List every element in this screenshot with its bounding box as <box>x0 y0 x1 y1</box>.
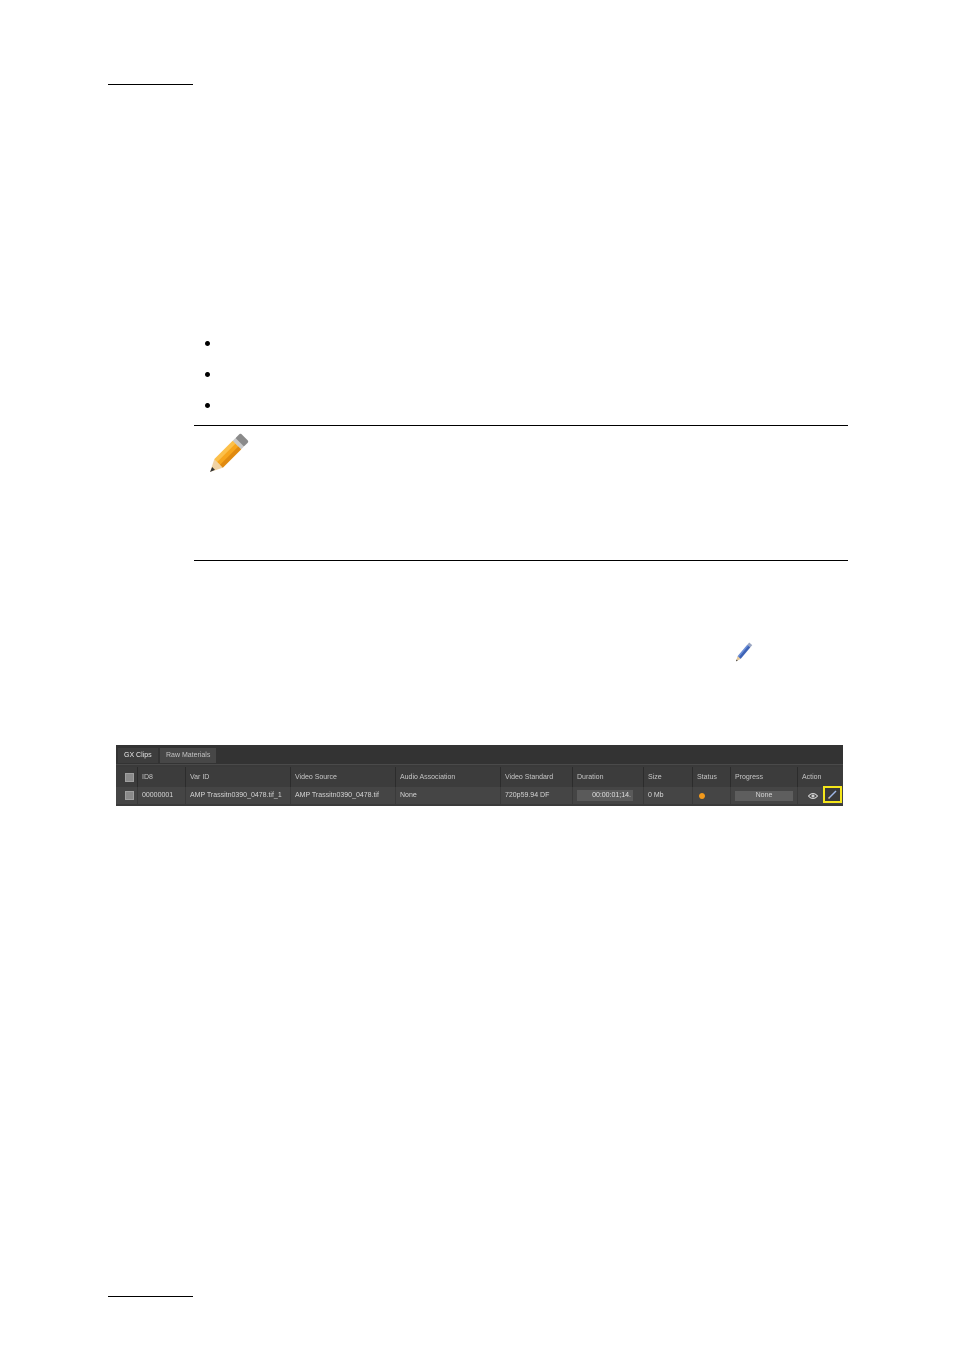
cell-var-id: AMP Trassitn0390_0478.tif_1 <box>186 787 291 804</box>
bullet-3 <box>205 403 210 408</box>
tab-gx-clips[interactable]: GX Clips <box>118 748 158 763</box>
footer-rule <box>108 1296 193 1297</box>
col-video-source[interactable]: Video Source <box>291 767 396 787</box>
bullet-2 <box>205 372 210 377</box>
header-select-all[interactable] <box>116 767 138 787</box>
tab-bar: GX Clips Raw Materials <box>116 745 843 765</box>
col-duration[interactable]: Duration <box>573 767 644 787</box>
edit-button[interactable] <box>823 786 842 803</box>
bullet-1 <box>205 341 210 346</box>
col-size[interactable]: Size <box>644 767 693 787</box>
col-audio-association[interactable]: Audio Association <box>396 767 501 787</box>
note-top-rule <box>194 425 848 426</box>
col-action: Action <box>802 773 822 781</box>
header-rule <box>108 84 193 85</box>
select-all-checkbox[interactable] <box>125 772 134 782</box>
cell-status <box>693 787 731 804</box>
table-header: ID8 Var ID Video Source Audio Associatio… <box>116 767 843 787</box>
note-bottom-rule <box>194 560 848 561</box>
progress-value: None <box>735 790 793 801</box>
pencil-edit-icon <box>735 642 753 662</box>
col-id8[interactable]: ID8 <box>138 767 186 787</box>
cell-progress: None <box>731 787 798 804</box>
col-video-standard[interactable]: Video Standard <box>501 767 573 787</box>
cell-audio-association: None <box>396 787 501 804</box>
cell-duration: 00:00:01;14. <box>573 787 644 804</box>
cell-size: 0 Mb <box>644 787 693 804</box>
row-select[interactable] <box>116 787 138 804</box>
col-status[interactable]: Status <box>693 767 731 787</box>
edit-icon <box>828 790 837 799</box>
duration-value: 00:00:01;14. <box>577 790 633 801</box>
col-var-id[interactable]: Var ID <box>186 767 291 787</box>
cell-id8: 00000001 <box>138 787 186 804</box>
cell-video-standard: 720p59.94 DF <box>501 787 573 804</box>
status-indicator <box>699 792 705 799</box>
eye-icon[interactable] <box>808 792 818 800</box>
clips-table-screenshot: GX Clips Raw Materials ID8 Var ID Video … <box>116 745 843 806</box>
pencil-note-icon <box>210 433 249 472</box>
tab-raw-materials[interactable]: Raw Materials <box>160 748 217 763</box>
col-progress[interactable]: Progress <box>731 767 798 787</box>
row-checkbox[interactable] <box>125 791 134 800</box>
cell-video-source: AMP Trassitn0390_0478.tif <box>291 787 396 804</box>
table-row[interactable]: 00000001 AMP Trassitn0390_0478.tif_1 AMP… <box>116 787 843 804</box>
